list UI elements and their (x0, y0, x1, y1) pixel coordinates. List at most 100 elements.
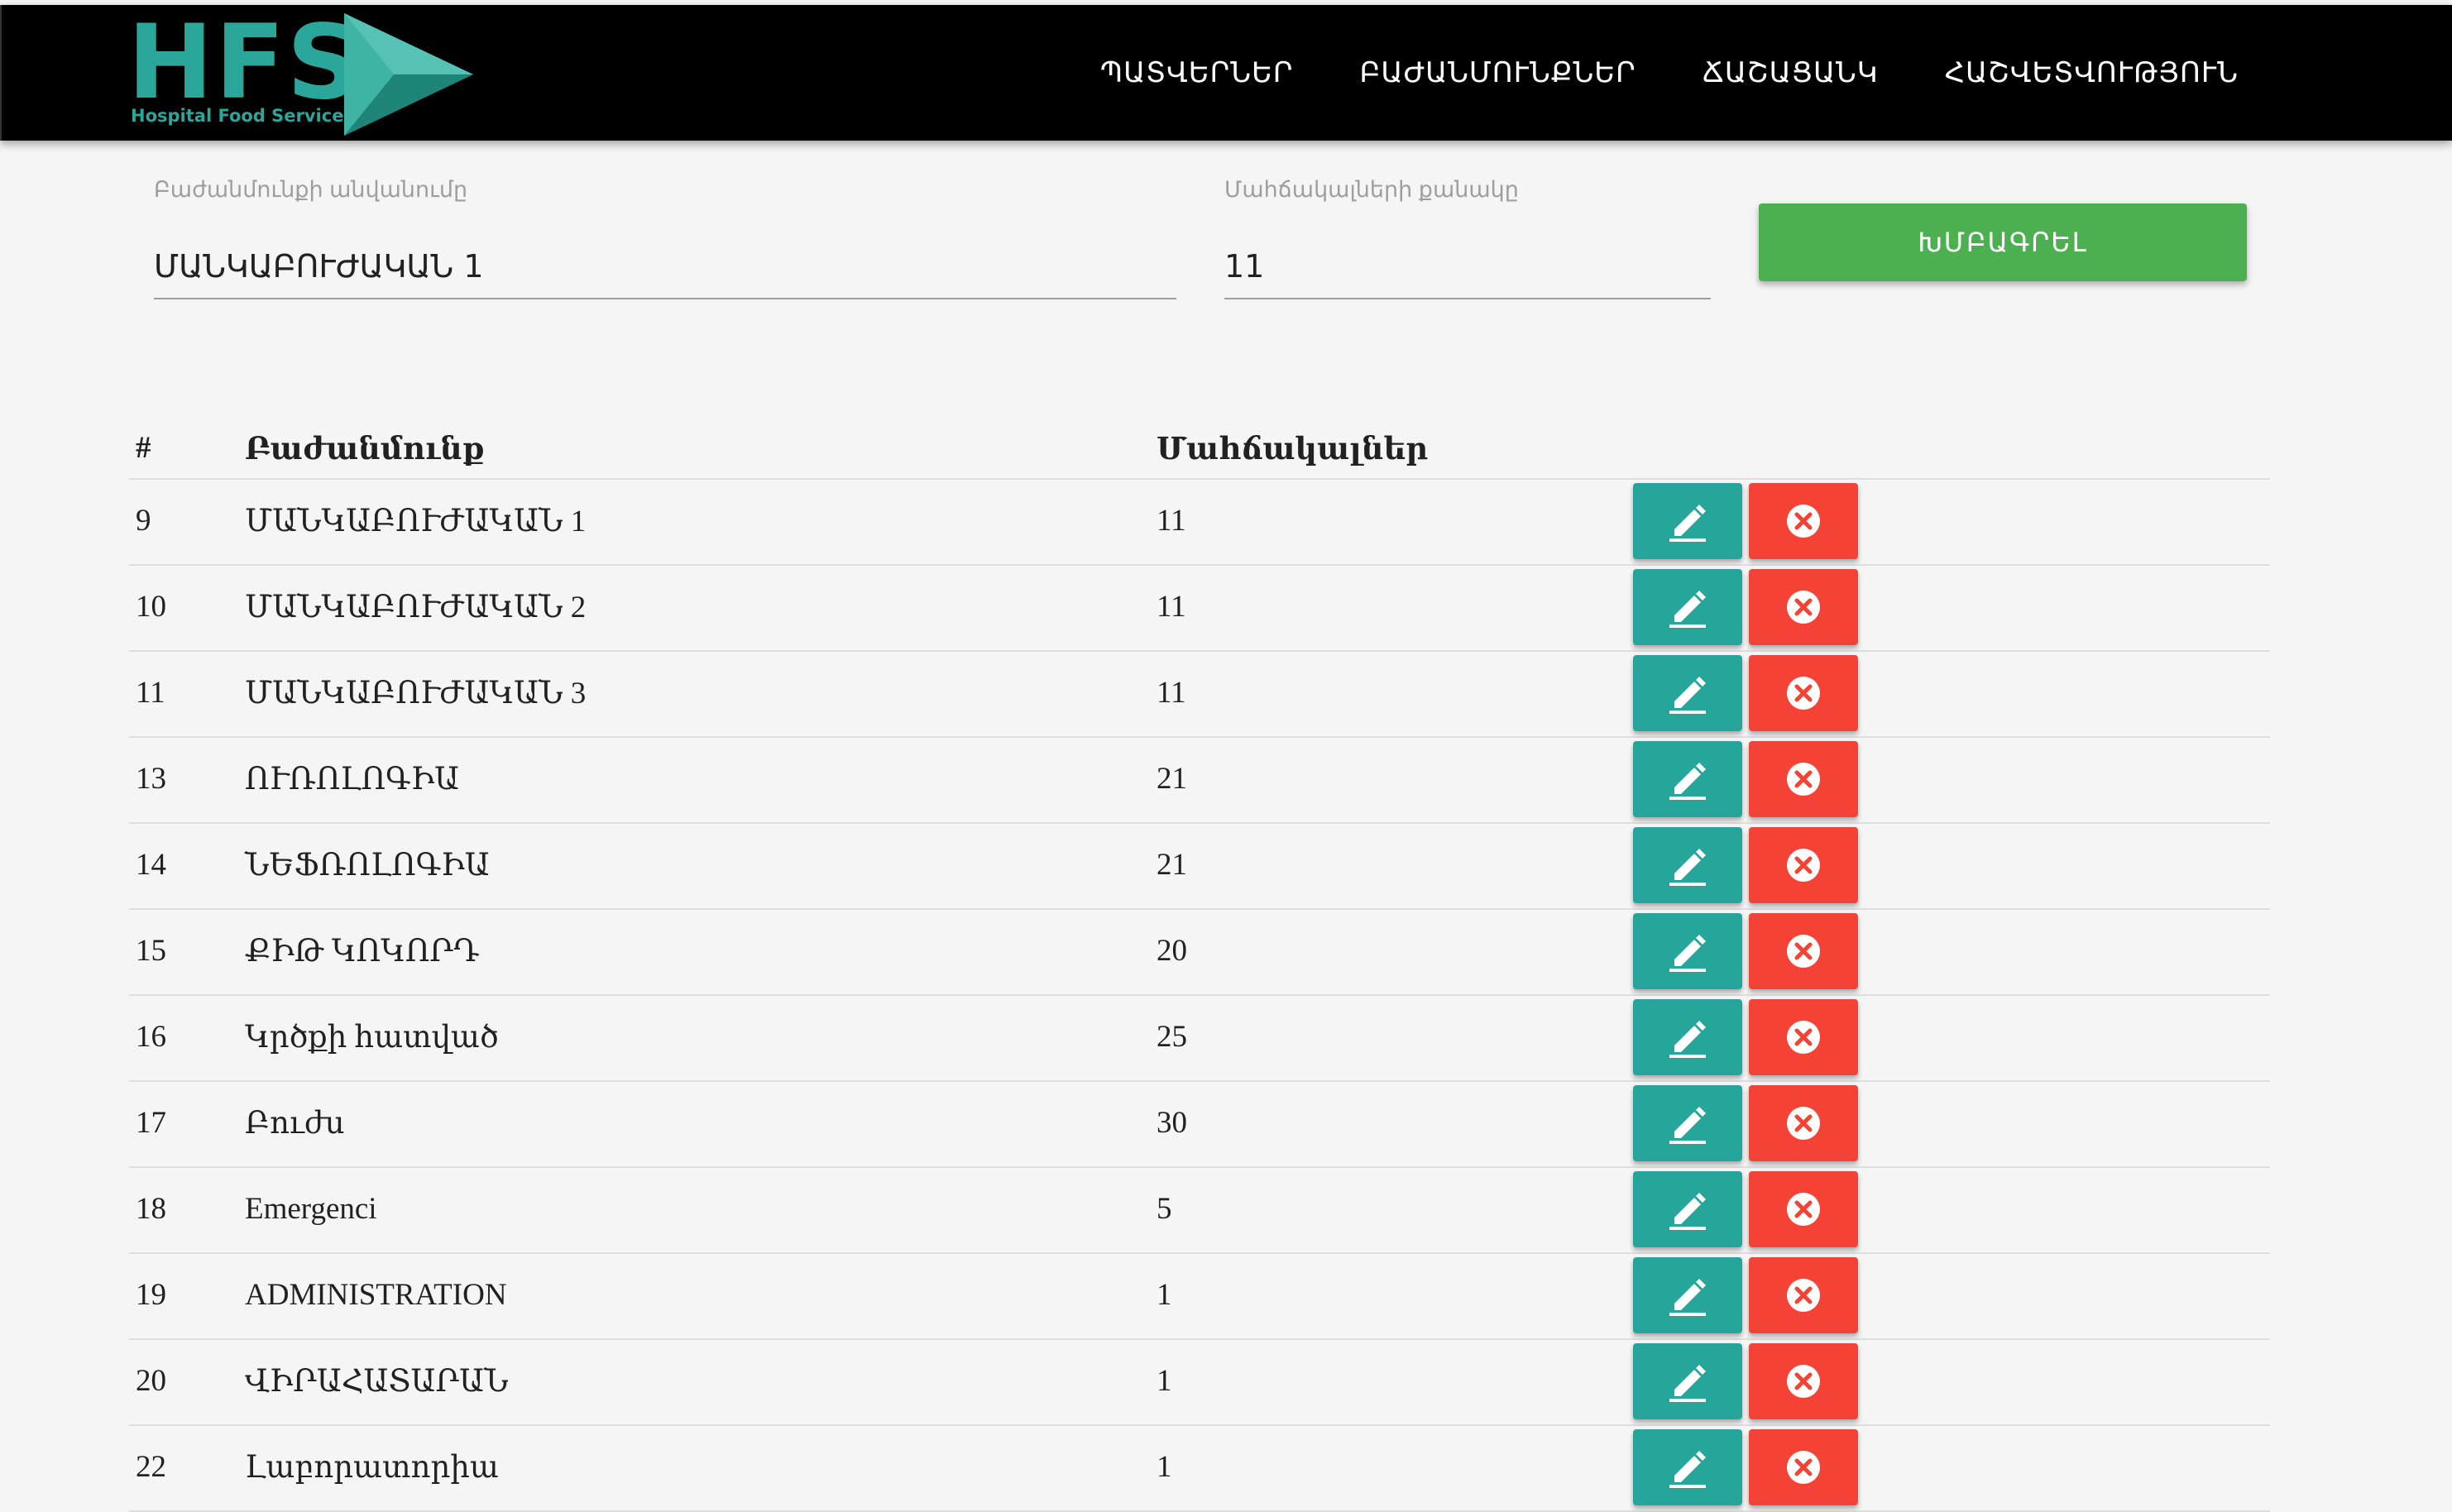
row-department-name: Բուժս (245, 1107, 345, 1141)
table-row: 14 ՆԵՖՌՈԼՈԳԻԱ 21 (129, 824, 2270, 910)
row-id: 14 (136, 848, 166, 882)
department-name-input[interactable] (154, 248, 1176, 285)
row-bed-count: 21 (1157, 848, 1187, 882)
delete-row-button[interactable] (1749, 1171, 1858, 1247)
table-row: 22 Լաբորատորիա 1 (129, 1426, 2270, 1512)
table-row: 9 ՄԱՆԿԱԲՈՒԺԱԿԱՆ 1 11 (129, 480, 2270, 566)
row-bed-count: 1 (1157, 1278, 1172, 1312)
nav-item-menu[interactable]: ՃԱՇԱՑԱՆԿ (1703, 56, 1879, 89)
row-id: 22 (136, 1450, 166, 1484)
nav-item-orders[interactable]: ՊԱՏՎԵՐՆԵՐ (1100, 56, 1294, 89)
table-row: 10 ՄԱՆԿԱԲՈՒԺԱԿԱՆ 2 11 (129, 566, 2270, 652)
delete-row-button[interactable] (1749, 827, 1858, 903)
pencil-icon (1669, 935, 1706, 972)
pencil-icon (1669, 849, 1706, 886)
delete-row-button[interactable] (1749, 569, 1858, 645)
logo-arrow-icon (344, 13, 473, 136)
row-id: 19 (136, 1278, 166, 1312)
row-id: 18 (136, 1192, 166, 1226)
nav-menu: ՊԱՏՎԵՐՆԵՐ ԲԱԺԱՆՄՈՒՆՔՆԵՐ ՃԱՇԱՑԱՆԿ ՀԱՇՎԵՏՎ… (1100, 5, 2239, 141)
delete-row-button[interactable] (1749, 483, 1858, 559)
row-bed-count: 20 (1157, 934, 1187, 968)
row-id: 15 (136, 934, 166, 968)
delete-row-button[interactable] (1749, 1343, 1858, 1419)
close-circle-icon (1787, 591, 1820, 624)
beds-count-input[interactable] (1224, 248, 1711, 285)
hfs-logo[interactable]: HFS Hospital Food Service (127, 12, 475, 136)
edit-row-button[interactable] (1633, 1429, 1742, 1505)
row-department-name: ՄԱՆԿԱԲՈՒԺԱԿԱՆ 1 (245, 505, 587, 538)
beds-count-label: Մահճակալների քանակը (1224, 177, 1519, 202)
row-bed-count: 1 (1157, 1364, 1172, 1398)
edit-save-button[interactable]: ԽՄԲԱԳՐԵԼ (1759, 203, 2247, 281)
row-bed-count: 25 (1157, 1020, 1187, 1054)
delete-row-button[interactable] (1749, 1257, 1858, 1333)
row-bed-count: 1 (1157, 1450, 1172, 1484)
delete-row-button[interactable] (1749, 1085, 1858, 1161)
pencil-icon (1669, 763, 1706, 800)
row-bed-count: 11 (1157, 590, 1186, 624)
close-circle-icon (1787, 677, 1820, 710)
row-bed-count: 30 (1157, 1106, 1187, 1140)
edit-row-button[interactable] (1633, 1257, 1742, 1333)
row-department-name: Լաբորատորիա (245, 1451, 499, 1485)
close-circle-icon (1787, 1365, 1820, 1398)
delete-row-button[interactable] (1749, 1429, 1858, 1505)
logo-subtitle: Hospital Food Service (131, 106, 344, 126)
table-row: 17 Բուժս 30 (129, 1082, 2270, 1168)
edit-row-button[interactable] (1633, 999, 1742, 1075)
row-id: 17 (136, 1106, 166, 1140)
row-department-name: ՔԻԹ ԿՈԿՈՐԴ (245, 935, 480, 969)
row-department-name: ՎԻՐԱՀԱՏԱՐԱՆ (245, 1365, 509, 1399)
edit-row-button[interactable] (1633, 655, 1742, 731)
edit-row-button[interactable] (1633, 1171, 1742, 1247)
row-department-name: ՈՒՌՈԼՈԳԻԱ (245, 763, 460, 797)
row-id: 10 (136, 590, 166, 624)
delete-row-button[interactable] (1749, 655, 1858, 731)
row-id: 20 (136, 1364, 166, 1398)
row-bed-count: 11 (1157, 676, 1186, 710)
pencil-icon (1669, 505, 1706, 542)
header-department: Բաժանմունք (245, 433, 485, 467)
pencil-icon (1669, 1107, 1706, 1144)
row-id: 9 (136, 504, 151, 538)
edit-row-button[interactable] (1633, 483, 1742, 559)
table-row: 15 ՔԻԹ ԿՈԿՈՐԴ 20 (129, 910, 2270, 996)
edit-row-button[interactable] (1633, 741, 1742, 817)
row-bed-count: 21 (1157, 762, 1187, 796)
edit-row-button[interactable] (1633, 913, 1742, 989)
edit-row-button[interactable] (1633, 1343, 1742, 1419)
row-department-name: Կրծքի հատված (245, 1021, 499, 1055)
edit-row-button[interactable] (1633, 827, 1742, 903)
table-body: 9 ՄԱՆԿԱԲՈՒԺԱԿԱՆ 1 11 10 ՄԱՆԿԱԲՈՒԺԱԿԱՆ 2 11 11 Մ… (129, 480, 2270, 1512)
row-bed-count: 5 (1157, 1192, 1172, 1226)
edit-row-button[interactable] (1633, 569, 1742, 645)
row-department-name: Emergenci (245, 1192, 377, 1226)
row-bed-count: 11 (1157, 504, 1186, 538)
row-department-name: ՆԵՖՌՈԼՈԳԻԱ (245, 849, 490, 883)
departments-table: # Բաժանմունք Մահճակալներ 9 ՄԱՆԿԱԲՈՒԺԱԿԱՆ … (129, 419, 2270, 1512)
close-circle-icon (1787, 1451, 1820, 1484)
close-circle-icon (1787, 935, 1820, 968)
delete-row-button[interactable] (1749, 913, 1858, 989)
row-department-name: ՄԱՆԿԱԲՈՒԺԱԿԱՆ 2 (245, 591, 587, 624)
top-navbar: HFS Hospital Food Service ՊԱՏՎԵՐՆԵՐ ԲԱԺԱ… (0, 5, 2452, 141)
row-id: 16 (136, 1020, 166, 1054)
table-row: 16 Կրծքի հատված 25 (129, 996, 2270, 1082)
table-row: 13 ՈՒՌՈԼՈԳԻԱ 21 (129, 738, 2270, 824)
department-name-field: Բաժանմունքի անվանումը (154, 177, 1176, 299)
table-row: 18 Emergenci 5 (129, 1168, 2270, 1254)
edit-row-button[interactable] (1633, 1085, 1742, 1161)
nav-item-reports[interactable]: ՀԱՇՎԵՏՎՈՒԹՅՈՒՆ (1945, 56, 2239, 89)
nav-item-departments[interactable]: ԲԱԺԱՆՄՈՒՆՔՆԵՐ (1360, 56, 1636, 89)
close-circle-icon (1787, 1279, 1820, 1312)
close-circle-icon (1787, 1107, 1820, 1140)
delete-row-button[interactable] (1749, 999, 1858, 1075)
delete-row-button[interactable] (1749, 741, 1858, 817)
row-department-name: ՄԱՆԿԱԲՈՒԺԱԿԱՆ 3 (245, 677, 587, 711)
row-id: 11 (136, 676, 165, 710)
department-name-label: Բաժանմունքի անվանումը (154, 177, 468, 202)
row-id: 13 (136, 762, 166, 796)
pencil-icon (1669, 1021, 1706, 1058)
close-circle-icon (1787, 1021, 1820, 1054)
